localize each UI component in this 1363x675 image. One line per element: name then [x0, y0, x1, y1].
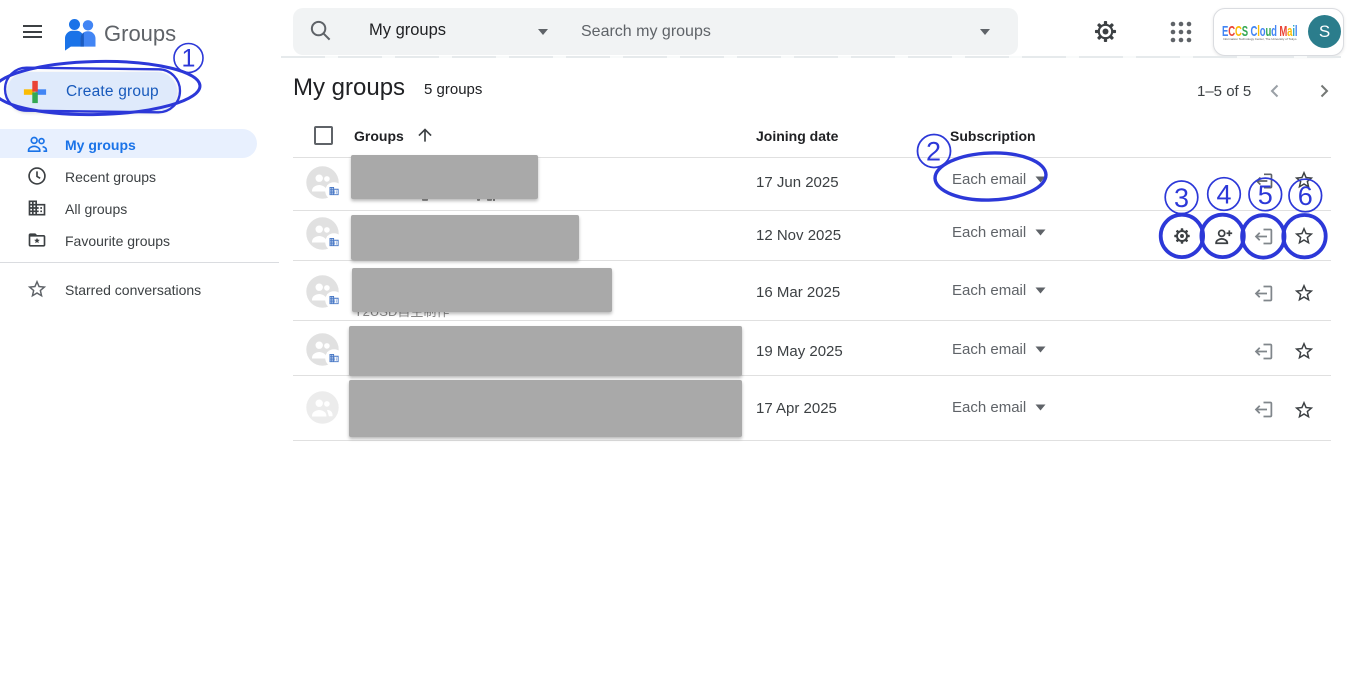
svg-text:3: 3 — [1174, 183, 1189, 213]
svg-text:2: 2 — [926, 137, 941, 167]
svg-text:1: 1 — [182, 45, 196, 73]
svg-text:4: 4 — [1216, 180, 1231, 210]
